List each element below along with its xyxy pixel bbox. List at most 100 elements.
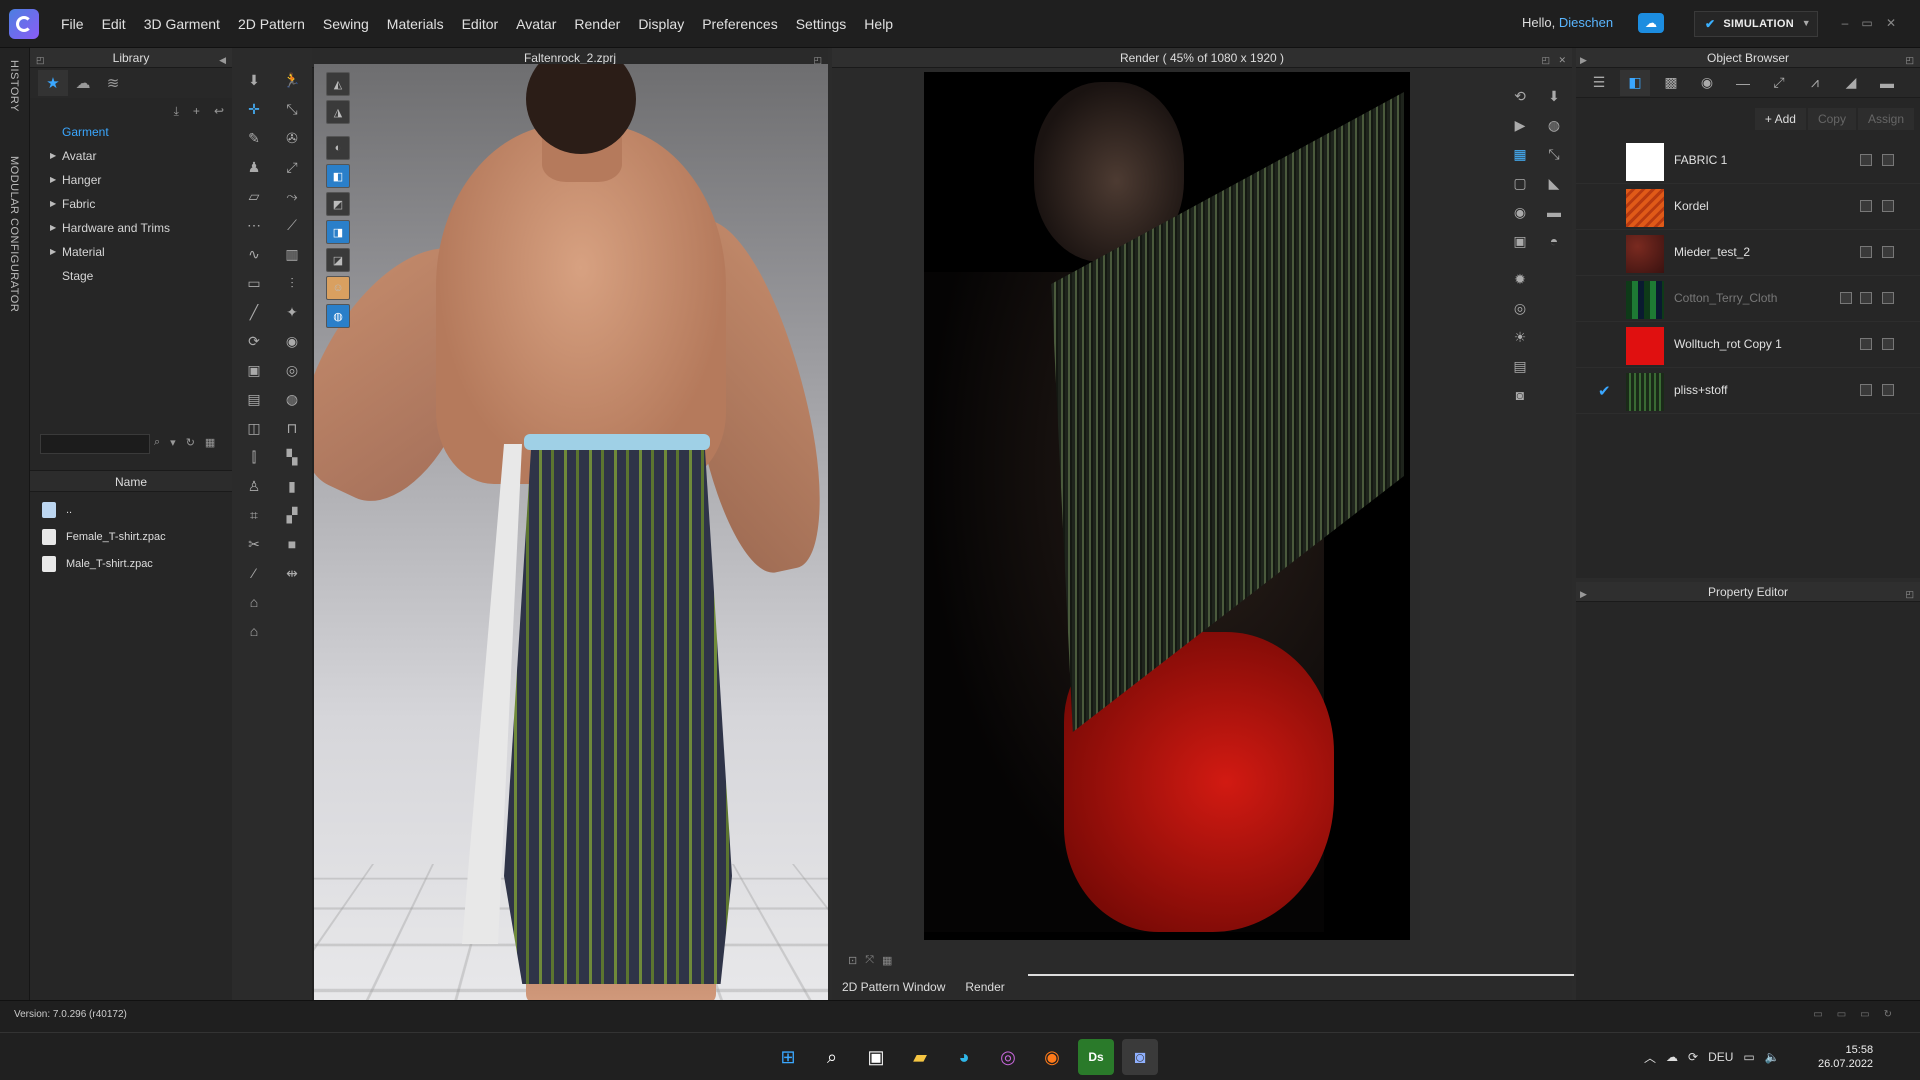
transform-icon[interactable]: ✛ [240,96,268,122]
search-icon[interactable]: ⌕ [814,1039,850,1075]
menu-preferences[interactable]: Preferences [693,16,786,32]
patch-icon[interactable]: ▥ [278,241,306,267]
sew-icon[interactable]: ✇ [278,125,306,151]
fabric-row[interactable]: Cotton_Terry_Cloth [1576,276,1920,322]
split-icon[interactable]: ⇹ [278,560,306,586]
tree-item-material[interactable]: ▶ Material [30,240,232,264]
maximize-button[interactable]: ▭ [1860,16,1874,30]
menu-settings[interactable]: Settings [787,16,856,32]
language-indicator[interactable]: DEU [1708,1050,1733,1064]
environment-icon[interactable]: ◍ [1540,112,1568,138]
button-hole-icon[interactable]: ◉ [278,328,306,354]
edit-curve-icon[interactable]: ⤳ [278,183,306,209]
skirt-waistband[interactable] [524,434,710,450]
clo-app-icon[interactable]: ◙ [1122,1039,1158,1075]
tape-tab-icon[interactable]: ▬ [1872,70,1902,96]
menu-render[interactable]: Render [565,16,629,32]
expand-arrow-icon[interactable]: ▶ [50,192,56,216]
menu-3d-garment[interactable]: 3D Garment [135,16,229,32]
tab-2d-pattern-window[interactable]: 2D Pattern Window [832,974,955,998]
render-image[interactable] [924,72,1410,940]
render-start-icon[interactable]: ▶ [1506,112,1534,138]
file-explorer-icon[interactable]: ▰ [902,1039,938,1075]
wireframe-icon[interactable]: ◪ [326,248,350,272]
undock-icon[interactable]: ◰ [1541,50,1550,70]
cut-icon[interactable]: ✂ [240,531,268,557]
fabric-assign-icon[interactable] [1860,200,1872,212]
marvelous-icon[interactable]: ◎ [990,1039,1026,1075]
library-search-input[interactable] [40,434,150,454]
list-view-icon[interactable]: ☰ [1584,70,1614,96]
camera-alt-icon[interactable]: ▣ [1506,228,1534,254]
fit-icon[interactable]: ⤧ [865,954,874,967]
shirt-alt-icon[interactable]: ⌂ [240,618,268,644]
fabric-assign-icon[interactable] [1860,246,1872,258]
fabric-assign-icon[interactable] [1860,338,1872,350]
tree-item-hanger[interactable]: ▶ Hanger [30,168,232,192]
needle-icon[interactable]: ⤢ [278,154,306,180]
fabric-delete-icon[interactable] [1882,384,1894,396]
sun-icon[interactable]: ☀ [1506,324,1534,350]
grommet-icon[interactable]: ◎ [278,357,306,383]
simulation-mode-button[interactable]: ✔ SIMULATION ▼ [1694,11,1818,37]
grid-icon[interactable]: ▦ [882,954,892,967]
connect-tab-icon[interactable]: ≋ [98,70,128,96]
spotlight-icon[interactable]: ◣ [1540,170,1568,196]
menu-help[interactable]: Help [855,16,902,32]
fabric-row[interactable]: FABRIC 1 [1576,138,1920,184]
light-direction-icon[interactable]: ⤡ [1540,141,1568,167]
task-view-icon[interactable]: ▣ [858,1039,894,1075]
select-move-icon[interactable]: ⬇ [240,67,268,93]
topstitch-tab-icon[interactable]: — [1728,70,1758,96]
globe-icon[interactable]: ◍ [326,304,350,328]
segment-icon[interactable]: ⟋ [278,212,306,238]
layer-icon[interactable]: ▚ [278,444,306,470]
fabric-delete-icon[interactable] [1882,338,1894,350]
dome-icon[interactable]: ◓ [1540,228,1568,254]
layout-single-icon[interactable]: ▭ [1813,1009,1822,1020]
fabric-assign-icon[interactable] [1860,384,1872,396]
menu-materials[interactable]: Materials [378,16,453,32]
camera-record-icon[interactable]: ◙ [1506,382,1534,408]
shirt-icon[interactable]: ⌂ [240,589,268,615]
puzzle-icon[interactable]: ▞ [278,502,306,528]
shape-icon[interactable]: ▮ [278,473,306,499]
list-item[interactable]: Male_T-shirt.zpac [30,550,232,577]
pattern-tab-icon[interactable]: ▩ [1656,70,1686,96]
rect-icon[interactable]: ■ [278,531,306,557]
favorites-tab-icon[interactable]: ★ [38,70,68,96]
username[interactable]: Dieschen [1559,15,1613,30]
collapse-icon[interactable]: ◀ [219,50,226,70]
cloud-icon[interactable]: ☁ [1638,13,1664,33]
render-film-icon[interactable]: ▦ [1506,141,1534,167]
fabric-assign-icon[interactable] [1860,154,1872,166]
tack-icon[interactable]: ∿ [240,241,268,267]
cloud-tab-icon[interactable]: ☁ [68,70,98,96]
fabric-display-icon[interactable]: ◨ [326,220,350,244]
copy-button[interactable]: Copy [1807,108,1856,130]
undock-icon[interactable]: ◰ [1905,584,1914,604]
tab-history[interactable]: HISTORY [8,60,20,112]
layout-2d-icon[interactable]: ▭ [1860,1009,1869,1020]
fabric-row[interactable]: Wolltuch_rot Copy 1 [1576,322,1920,368]
texture-surface-icon[interactable]: ◧ [326,164,350,188]
undock-icon[interactable]: ◰ [1905,50,1914,70]
menu-file[interactable]: File [52,16,93,32]
lighting-icon[interactable]: ✹ [1506,266,1534,292]
volume-icon[interactable]: 🔈 [1765,1050,1780,1064]
expand-arrow-icon[interactable]: ▶ [50,240,56,264]
actual-size-icon[interactable]: ⊡ [848,954,857,967]
download-icon[interactable]: ⤓ [174,104,179,119]
collapse-icon[interactable]: ▶ [1580,584,1587,604]
trim-tab-icon[interactable]: ◢ [1836,70,1866,96]
expand-arrow-icon[interactable]: ▶ [50,168,56,192]
close-button[interactable]: ✕ [1884,16,1898,30]
fabric-delete-icon[interactable] [1882,200,1894,212]
sync-icon[interactable]: ↻ [1884,1009,1892,1020]
add-button[interactable]: + Add [1754,108,1806,130]
brush-icon[interactable]: ⁄ [240,560,268,586]
avatar-face-icon[interactable]: ☺ [326,276,350,300]
menu-sewing[interactable]: Sewing [314,16,378,32]
avatar-pose-icon[interactable]: ♙ [240,473,268,499]
minimize-button[interactable]: – [1838,16,1852,30]
